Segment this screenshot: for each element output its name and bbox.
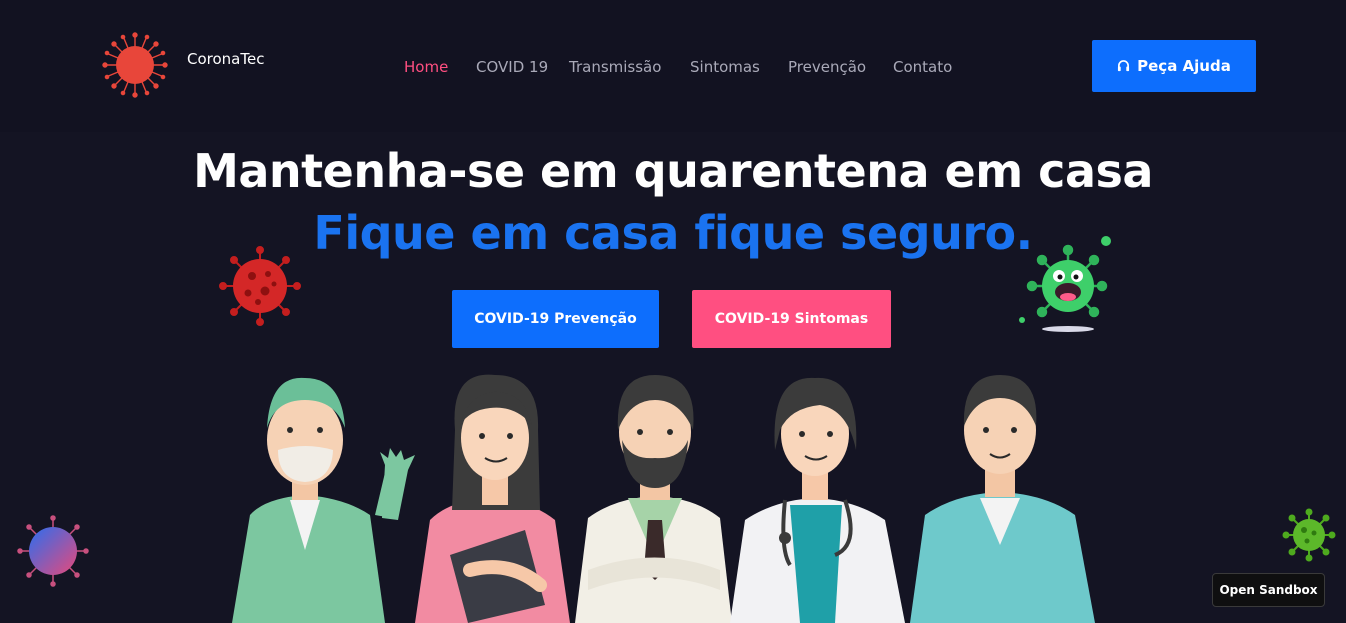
covid-prevencao-button[interactable]: COVID-19 Prevenção	[452, 290, 659, 348]
nav-item-home[interactable]: Home	[404, 58, 448, 76]
small-green-virus-icon	[1282, 508, 1336, 562]
worker-nurse-clipboard	[415, 374, 570, 623]
red-virus-icon	[219, 246, 301, 326]
virus-logo-icon[interactable]	[102, 32, 168, 98]
nav-item-sintomas[interactable]: Sintomas	[690, 58, 760, 76]
green-virus-icon	[1019, 236, 1111, 332]
worker-doctor-beard	[575, 375, 732, 623]
healthcare-workers-illustration	[232, 374, 1095, 623]
worker-nurse-mask	[232, 377, 415, 623]
headset-icon	[1118, 59, 1130, 71]
nav-item-contato[interactable]: Contato	[893, 58, 952, 76]
nav-item-covid19[interactable]: COVID 19	[476, 58, 548, 76]
brand-name[interactable]: CoronaTec	[187, 50, 264, 68]
site-header: CoronaTec Home COVID 19 Transmissão Sint…	[0, 0, 1346, 132]
blue-pink-virus-icon	[17, 515, 89, 587]
worker-doctor-stethoscope	[730, 377, 905, 623]
worker-nurse-teal	[910, 375, 1095, 623]
hero-subtitle: Fique em casa fique seguro.	[313, 206, 1033, 260]
covid-sintomas-button[interactable]: COVID-19 Sintomas	[692, 290, 891, 348]
nav-item-transmissao[interactable]: Transmissão	[569, 58, 661, 76]
help-button-label: Peça Ajuda	[1137, 57, 1231, 75]
help-button[interactable]: Peça Ajuda	[1092, 40, 1256, 92]
open-sandbox-button[interactable]: Open Sandbox	[1212, 573, 1325, 607]
nav-item-prevencao[interactable]: Prevenção	[788, 58, 866, 76]
hero-title: Mantenha-se em quarentena em casa	[193, 144, 1153, 198]
